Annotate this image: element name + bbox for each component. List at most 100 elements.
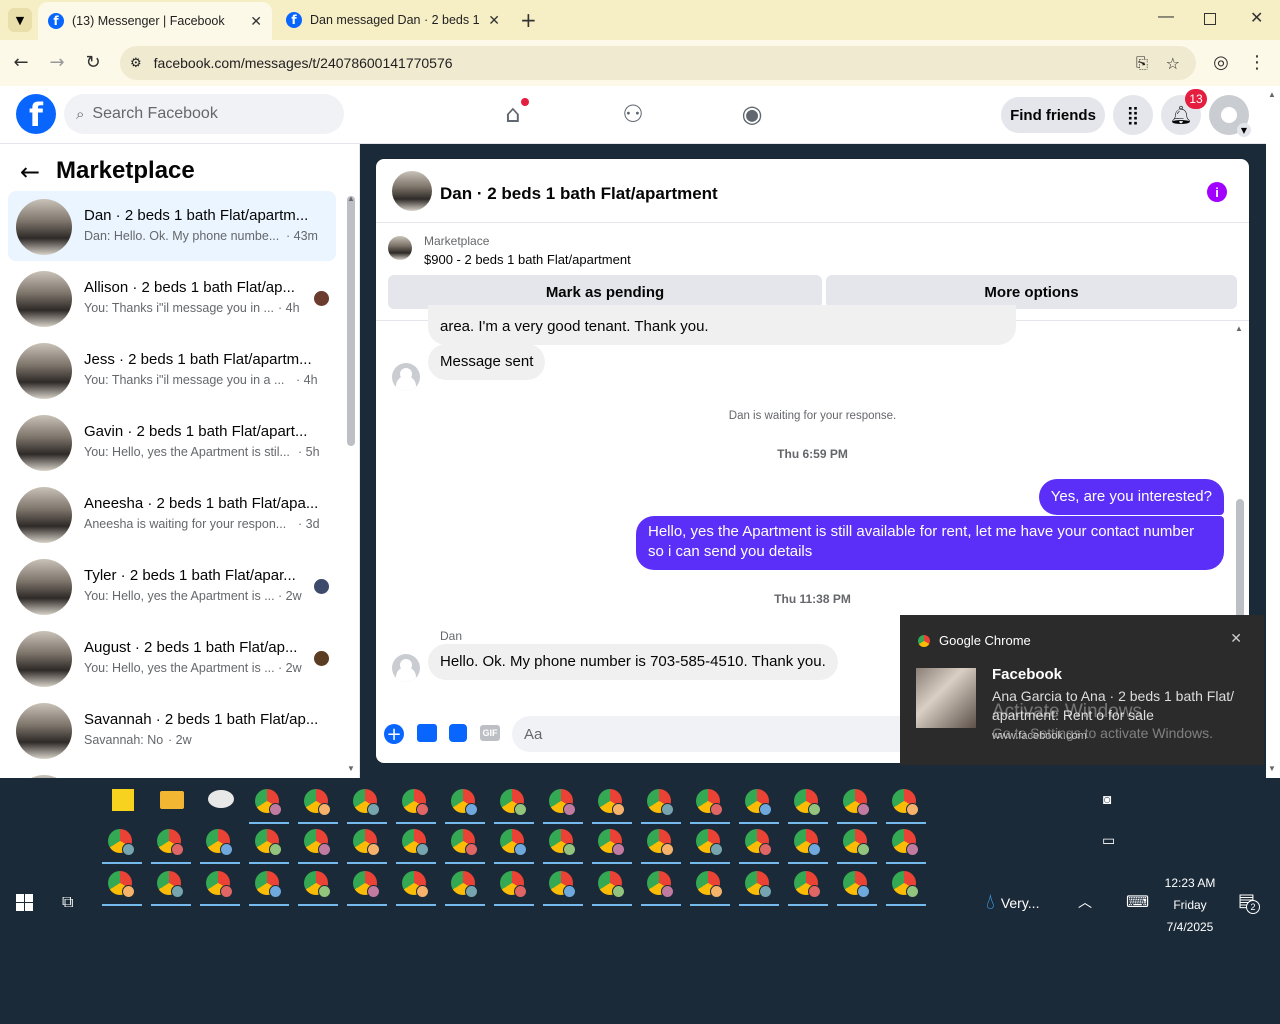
chrome-notification[interactable]: Google Chrome ✕ Facebook Ana Garcia to A… bbox=[900, 615, 1264, 765]
chrome-profile-taskbar-icon[interactable] bbox=[108, 829, 135, 856]
conversation-item[interactable]: Gavin · 2 beds 1 bath Flat/apart... You:… bbox=[8, 407, 336, 477]
chrome-profile-taskbar-icon[interactable] bbox=[451, 871, 478, 898]
chrome-profile-taskbar-icon[interactable] bbox=[696, 871, 723, 898]
conversation-item[interactable]: Aneesha · 2 beds 1 bath Flat/apa... Anee… bbox=[8, 479, 336, 549]
weather-widget[interactable]: 💧︎ Very... bbox=[986, 890, 1039, 915]
task-view-button[interactable]: ⧉ bbox=[62, 892, 73, 912]
minimize-button[interactable]: — bbox=[1158, 8, 1174, 26]
scroll-down-icon[interactable]: ▼ bbox=[347, 764, 355, 773]
chrome-profile-taskbar-icon[interactable] bbox=[402, 789, 429, 816]
find-friends-button[interactable]: Find friends bbox=[1001, 97, 1105, 133]
show-hidden-icons-button[interactable]: ︿ bbox=[1078, 892, 1092, 912]
chrome-profile-taskbar-icon[interactable] bbox=[549, 871, 576, 898]
chrome-profile-taskbar-icon[interactable] bbox=[598, 789, 625, 816]
conversation-info-button[interactable]: i bbox=[1207, 182, 1227, 202]
chrome-profile-taskbar-icon[interactable] bbox=[157, 871, 184, 898]
list-scrollbar[interactable] bbox=[347, 196, 355, 446]
chrome-profile-taskbar-icon[interactable] bbox=[549, 789, 576, 816]
chat-title[interactable]: Dan · 2 beds 1 bath Flat/apartment bbox=[440, 184, 718, 204]
scroll-up-icon[interactable]: ▲ bbox=[1268, 90, 1276, 99]
chrome-profile-taskbar-icon[interactable] bbox=[647, 789, 674, 816]
chrome-profile-taskbar-icon[interactable] bbox=[598, 829, 625, 856]
chrome-profile-taskbar-icon[interactable] bbox=[549, 829, 576, 856]
url-bar[interactable]: ⚙ facebook.com/messages/t/24078600141770… bbox=[120, 46, 1196, 80]
mark-as-pending-button[interactable]: Mark as pending bbox=[388, 275, 822, 309]
forward-button[interactable]: → bbox=[46, 52, 68, 73]
chrome-profile-taskbar-icon[interactable] bbox=[255, 871, 282, 898]
bookmark-star-icon[interactable]: ☆ bbox=[1166, 54, 1180, 73]
chrome-profile-taskbar-icon[interactable] bbox=[353, 789, 380, 816]
chrome-profile-taskbar-icon[interactable] bbox=[794, 829, 821, 856]
browser-tab-dan[interactable]: f Dan messaged Dan · 2 beds 1 b ✕ bbox=[276, 0, 510, 40]
notification-close-icon[interactable]: ✕ bbox=[1230, 631, 1242, 647]
chrome-profile-taskbar-icon[interactable] bbox=[745, 829, 772, 856]
more-options-button[interactable]: More options bbox=[826, 275, 1237, 309]
start-button[interactable] bbox=[16, 894, 33, 911]
friends-nav-button[interactable]: ⚇ bbox=[619, 100, 647, 128]
scroll-down-icon[interactable]: ▼ bbox=[1268, 764, 1276, 773]
chrome-profile-taskbar-icon[interactable] bbox=[892, 829, 919, 856]
chrome-profile-taskbar-icon[interactable] bbox=[892, 871, 919, 898]
scroll-up-icon[interactable]: ▲ bbox=[347, 194, 355, 203]
clock[interactable]: 12:23 AM Friday 7/4/2025 bbox=[1150, 872, 1230, 938]
more-actions-button[interactable]: + bbox=[384, 724, 404, 745]
search-input[interactable]: ⌕ Search Facebook bbox=[64, 94, 344, 134]
conversation-item[interactable]: Tyler · 2 beds 1 bath Flat/apar... You: … bbox=[8, 551, 336, 621]
scroll-up-icon[interactable]: ▲ bbox=[1235, 324, 1243, 333]
conversation-item[interactable] bbox=[8, 767, 336, 778]
chrome-profile-taskbar-icon[interactable] bbox=[843, 829, 870, 856]
network-icon[interactable]: ▭ bbox=[1102, 832, 1115, 849]
chrome-profile-taskbar-icon[interactable] bbox=[353, 829, 380, 856]
attach-photo-button[interactable] bbox=[417, 724, 437, 742]
chrome-profile-taskbar-icon[interactable] bbox=[500, 789, 527, 816]
chrome-profile-taskbar-icon[interactable] bbox=[843, 871, 870, 898]
listing-thumbnail[interactable] bbox=[388, 236, 412, 260]
profile-button[interactable]: ◎ bbox=[1210, 52, 1232, 73]
chrome-profile-taskbar-icon[interactable] bbox=[843, 789, 870, 816]
chrome-profile-taskbar-icon[interactable] bbox=[451, 829, 478, 856]
meet-now-icon[interactable]: ◙ bbox=[1103, 791, 1111, 807]
chrome-profile-taskbar-icon[interactable] bbox=[353, 871, 380, 898]
chrome-profile-taskbar-icon[interactable] bbox=[745, 871, 772, 898]
chrome-profile-taskbar-icon[interactable] bbox=[255, 829, 282, 856]
account-button[interactable]: ▼ bbox=[1209, 95, 1251, 137]
back-button[interactable]: ← bbox=[10, 52, 32, 73]
chrome-profile-taskbar-icon[interactable] bbox=[647, 871, 674, 898]
browser-tab-messenger[interactable]: f (13) Messenger | Facebook ✕ bbox=[38, 2, 272, 40]
conversation-item[interactable]: August · 2 beds 1 bath Flat/ap... You: H… bbox=[8, 623, 336, 693]
chrome-profile-taskbar-icon[interactable] bbox=[206, 829, 233, 856]
close-window-button[interactable]: ✕ bbox=[1250, 8, 1263, 27]
conversation-item[interactable]: Dan · 2 beds 1 bath Flat/apartm... Dan: … bbox=[8, 191, 336, 261]
chrome-profile-taskbar-icon[interactable] bbox=[206, 871, 233, 898]
chrome-profile-taskbar-icon[interactable] bbox=[255, 789, 282, 816]
new-tab-button[interactable]: + bbox=[520, 8, 537, 32]
home-nav-button[interactable]: ⌂ bbox=[499, 98, 529, 128]
chrome-profile-taskbar-icon[interactable] bbox=[402, 871, 429, 898]
facebook-logo-icon[interactable]: f bbox=[16, 94, 56, 134]
notifications-button[interactable]: 🔔︎ 13 bbox=[1161, 89, 1207, 135]
listing-title[interactable]: $900 - 2 beds 1 bath Flat/apartment bbox=[424, 252, 631, 267]
chat-listing-avatar[interactable] bbox=[392, 171, 432, 211]
chrome-profile-taskbar-icon[interactable] bbox=[696, 829, 723, 856]
reload-button[interactable]: ↻ bbox=[82, 52, 104, 73]
sticker-button[interactable] bbox=[449, 724, 467, 742]
chrome-profile-taskbar-icon[interactable] bbox=[647, 829, 674, 856]
gif-button[interactable]: GIF bbox=[480, 725, 500, 741]
tab-close-icon[interactable]: ✕ bbox=[488, 12, 500, 29]
chrome-menu-button[interactable]: ⋮ bbox=[1246, 52, 1268, 73]
chrome-profile-taskbar-icon[interactable] bbox=[157, 829, 184, 856]
chrome-profile-taskbar-icon[interactable] bbox=[304, 871, 331, 898]
chat-scrollbar[interactable] bbox=[1236, 499, 1244, 619]
groups-nav-button[interactable]: ◉ bbox=[738, 100, 766, 128]
conversation-item[interactable]: Jess · 2 beds 1 bath Flat/apartm... You:… bbox=[8, 335, 336, 405]
chrome-profile-taskbar-icon[interactable] bbox=[304, 789, 331, 816]
install-app-icon[interactable]: ⎘ bbox=[1136, 54, 1148, 72]
chrome-profile-taskbar-icon[interactable] bbox=[108, 871, 135, 898]
conversation-item[interactable]: Allison · 2 beds 1 bath Flat/ap... You: … bbox=[8, 263, 336, 333]
chrome-profile-taskbar-icon[interactable] bbox=[794, 789, 821, 816]
restore-button[interactable] bbox=[1204, 13, 1216, 25]
chrome-profile-taskbar-icon[interactable] bbox=[892, 789, 919, 816]
chrome-profile-taskbar-icon[interactable] bbox=[304, 829, 331, 856]
touch-keyboard-button[interactable]: ⌨ bbox=[1126, 892, 1149, 911]
menu-button[interactable]: ⣿ bbox=[1113, 95, 1153, 135]
